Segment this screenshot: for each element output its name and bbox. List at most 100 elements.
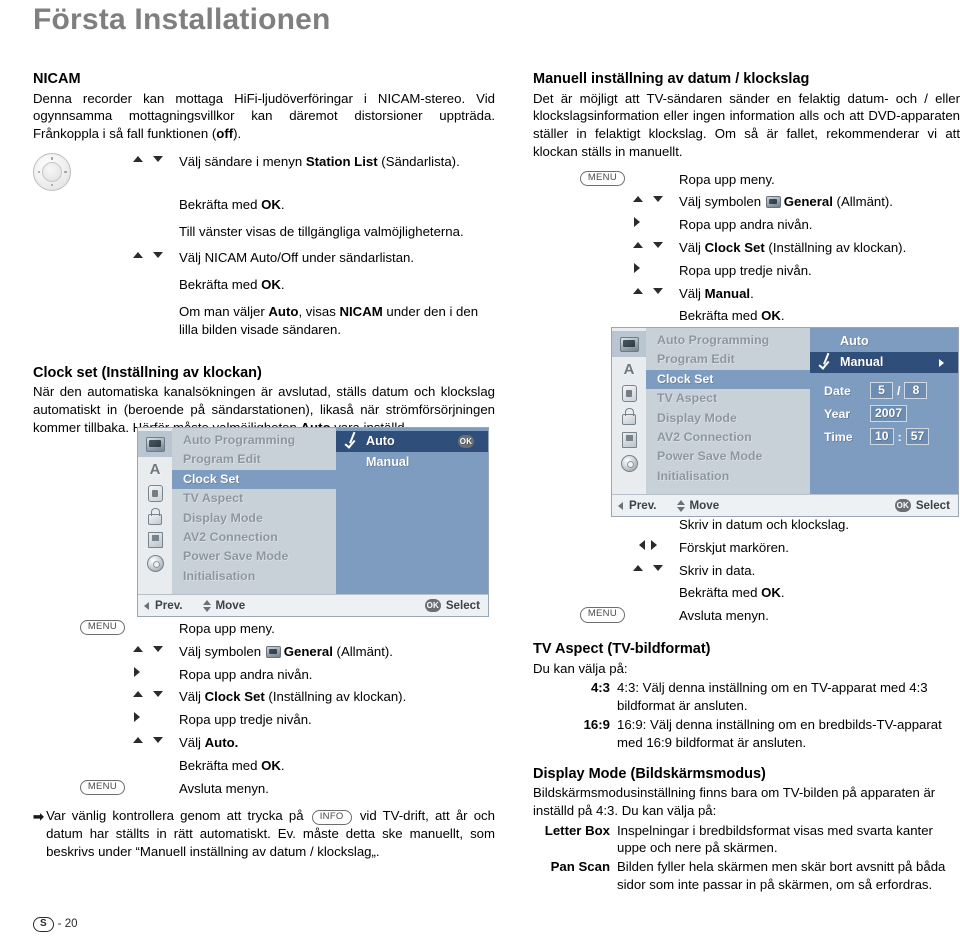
menu-key-badge[interactable]: MENU	[579, 170, 625, 186]
step-text: Bekräfta med OK.	[679, 585, 785, 601]
step-row: Till vänster visas de tillgängliga valmö…	[33, 223, 495, 241]
osd-item-av2-connection[interactable]: AV2 Connection	[646, 428, 810, 447]
dpad-icon	[33, 152, 71, 191]
osd-item-clock-set[interactable]: Clock Set	[646, 369, 810, 390]
osd-screenshot-clock-auto: A Auto Programming Program Edit Clock Se…	[137, 427, 489, 617]
general-tv-icon[interactable]	[612, 331, 646, 357]
osd-item-power-save-mode[interactable]: Power Save Mode	[172, 547, 336, 566]
definition-row: Letter Box Inspelningar i bredbildsforma…	[533, 822, 960, 858]
osd-item-program-edit[interactable]: Program Edit	[646, 350, 810, 369]
disc-icon[interactable]	[618, 453, 640, 474]
step-row: Välj Clock Set (Inställning av klockan).	[33, 688, 495, 706]
osd-option-manual[interactable]: Manual	[336, 452, 488, 473]
arrow-right-icon	[133, 666, 141, 678]
step-row: Förskjut markören.	[533, 539, 960, 557]
step-row: Välj Clock Set (Inställning av klockan).	[533, 239, 960, 257]
osd-item-initialisation[interactable]: Initialisation	[646, 467, 810, 486]
menu-key-cell: MENU	[533, 170, 633, 186]
step-text: Välj Clock Set (Inställning av klockan).	[679, 239, 907, 255]
checkmark-icon	[346, 433, 359, 448]
osd-item-av2-connection[interactable]: AV2 Connection	[172, 528, 336, 547]
step-row: Välj NICAM Auto/Off under sändarlistan.	[33, 249, 495, 267]
osd-footer-select[interactable]: OK Select	[894, 499, 950, 512]
time-hour-input[interactable]: 10	[870, 428, 894, 445]
osd-item-auto-programming[interactable]: Auto Programming	[646, 331, 810, 350]
language-icon[interactable]: A	[618, 359, 640, 380]
osd-item-display-mode[interactable]: Display Mode	[172, 509, 336, 528]
lock-icon[interactable]	[144, 506, 166, 527]
menu-key-badge[interactable]: MENU	[79, 779, 125, 796]
osd-item-auto-programming[interactable]: Auto Programming	[172, 431, 336, 450]
arrow-up-icon	[633, 194, 644, 205]
chevron-right-icon	[939, 359, 944, 367]
disc-icon[interactable]	[144, 553, 166, 574]
up-down-keys	[633, 562, 679, 574]
osd-item-tv-aspect[interactable]: TV Aspect	[646, 389, 810, 408]
hdd-icon[interactable]	[618, 430, 640, 451]
hdd-icon[interactable]	[144, 530, 166, 551]
manual-page: Första Installationen NICAM Denna record…	[0, 0, 960, 946]
right-key	[633, 262, 679, 274]
step-text: Ropa upp meny.	[679, 171, 775, 187]
osd-footer-select[interactable]: OK Select	[424, 599, 480, 612]
osd-item-clock-set[interactable]: Clock Set	[172, 469, 336, 490]
audio-icon[interactable]	[618, 383, 640, 404]
osd-category-icons: A	[138, 428, 172, 594]
lock-icon[interactable]	[618, 406, 640, 427]
manual-clock-heading: Manuell inställning av datum / klockslag	[533, 71, 810, 87]
menu-key-cell: MENU	[33, 779, 133, 796]
menu-key-badge[interactable]: MENU	[579, 607, 625, 623]
language-icon[interactable]: A	[144, 459, 166, 480]
right-lower-block: Skriv in datum och klockslag. Förskjut m…	[533, 516, 960, 895]
osd-footer-prev[interactable]: Prev.	[618, 499, 657, 512]
menu-key-cell: MENU	[33, 620, 133, 636]
menu-key-badge[interactable]: MENU	[79, 620, 125, 636]
arrow-down-icon	[153, 735, 164, 746]
step-text: Välj symbolen General (Allmänt).	[679, 194, 893, 210]
step-row: Skriv in datum och klockslag.	[533, 516, 960, 534]
step-row: MENU Ropa upp meny.	[33, 620, 495, 638]
step-row: Ropa upp tredje nivån.	[533, 262, 960, 280]
osd-option-pane: Auto OK Manual	[336, 428, 488, 594]
up-down-icon	[202, 599, 212, 612]
general-tv-icon	[765, 196, 781, 209]
osd-footer-move: Move	[202, 599, 245, 612]
general-tv-icon[interactable]	[138, 431, 172, 457]
info-key-badge[interactable]: INFO	[311, 809, 352, 825]
year-input[interactable]: 2007	[870, 405, 908, 422]
osd-option-auto[interactable]: Auto	[810, 331, 958, 352]
date-day-input[interactable]: 5	[870, 382, 893, 399]
osd-item-tv-aspect[interactable]: TV Aspect	[172, 489, 336, 508]
step-text: Ropa upp tredje nivån.	[179, 712, 312, 728]
checkmark-icon	[820, 354, 833, 369]
osd-item-program-edit[interactable]: Program Edit	[172, 450, 336, 469]
nicam-steps: Välj sändare i menyn Station List (Sända…	[33, 152, 495, 339]
ok-badge-icon: OK	[894, 499, 911, 512]
date-month-input[interactable]: 8	[904, 382, 928, 399]
osd-option-auto[interactable]: Auto OK	[336, 431, 488, 452]
up-down-keys	[133, 734, 179, 746]
term-4-3: 4:3	[590, 680, 610, 696]
audio-icon[interactable]	[144, 483, 166, 504]
time-minute-input[interactable]: 57	[905, 428, 930, 445]
dpad-illustration-cell	[33, 152, 133, 191]
step-row: Bekräfta med OK.	[533, 307, 960, 325]
step-text: Välj Manual.	[679, 285, 754, 301]
osd-item-initialisation[interactable]: Initialisation	[172, 567, 336, 586]
osd-option-manual[interactable]: Manual	[810, 352, 958, 373]
definition-row: 16:9 16:9: Välj denna inställning om en …	[533, 716, 960, 752]
arrow-left-icon	[618, 501, 623, 510]
up-down-keys	[633, 285, 679, 297]
step-row: MENU Avsluta menyn.	[533, 607, 960, 625]
ok-badge-icon: OK	[424, 599, 441, 612]
definition-row: 4:3 4:3: Välj denna inställning om en TV…	[533, 679, 960, 715]
left-right-keys	[633, 539, 679, 551]
up-down-icon	[676, 499, 686, 512]
osd-footer-prev[interactable]: Prev.	[144, 599, 183, 612]
desc-letter-box: Inspelningar i bredbildsformat visas med…	[617, 822, 933, 856]
tv-aspect-list: 4:3 4:3: Välj denna inställning om en TV…	[533, 679, 960, 751]
arrow-right-icon	[133, 712, 141, 723]
osd-item-display-mode[interactable]: Display Mode	[646, 409, 810, 428]
step-text: Bekräfta med OK.	[179, 277, 285, 293]
osd-item-power-save-mode[interactable]: Power Save Mode	[646, 447, 810, 466]
